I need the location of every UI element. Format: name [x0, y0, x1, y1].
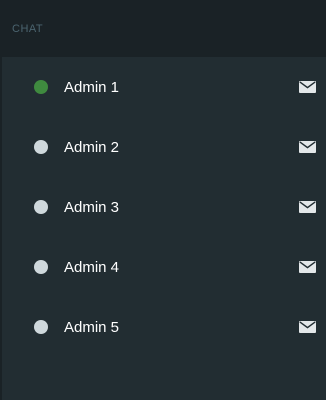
envelope-icon[interactable]: [299, 81, 316, 93]
admin-name: Admin 2: [64, 138, 120, 156]
envelope-icon[interactable]: [299, 201, 316, 213]
envelope-icon[interactable]: [299, 321, 316, 333]
admin-name: Admin 3: [64, 198, 120, 216]
envelope-icon[interactable]: [299, 141, 316, 153]
offline-status-icon: [34, 200, 48, 214]
admin-chat-item[interactable]: Admin 1: [2, 57, 326, 117]
admin-name: Admin 5: [64, 318, 120, 336]
admin-chat-item[interactable]: Admin 3: [2, 177, 326, 237]
admin-name: Admin 1: [64, 78, 120, 96]
offline-status-icon: [34, 140, 48, 154]
admin-chat-item[interactable]: Admin 4: [2, 237, 326, 297]
chat-sidebar-panel: CHAT Admin 1 Admin 2 Admin 3 Admin 4 Admin 5: [0, 0, 326, 400]
chat-section-title: CHAT: [12, 22, 44, 35]
admin-chat-item[interactable]: Admin 2: [2, 117, 326, 177]
online-status-icon: [34, 80, 48, 94]
chat-section-header: CHAT: [2, 0, 326, 57]
offline-status-icon: [34, 320, 48, 334]
envelope-icon[interactable]: [299, 261, 316, 273]
admin-chat-list: Admin 1 Admin 2 Admin 3 Admin 4 Admin 5: [2, 57, 326, 357]
admin-chat-item[interactable]: Admin 5: [2, 297, 326, 357]
admin-name: Admin 4: [64, 258, 120, 276]
offline-status-icon: [34, 260, 48, 274]
